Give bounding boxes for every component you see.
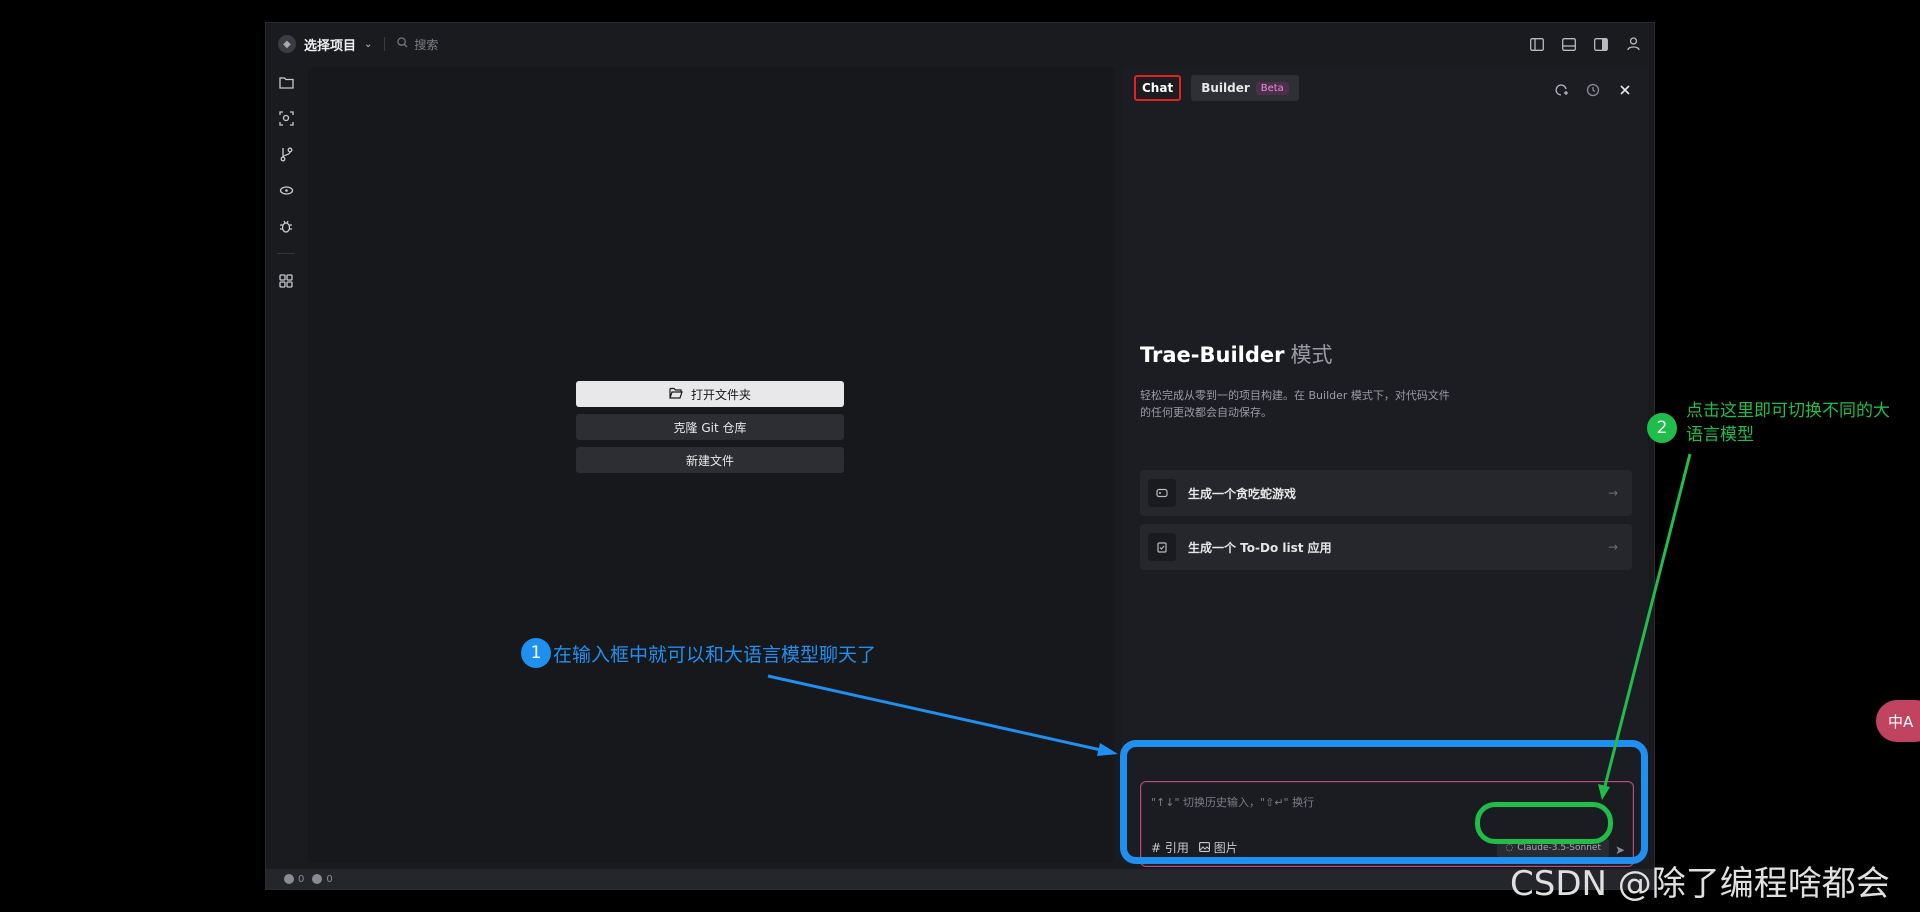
annotation-badge-2: 2 (1647, 413, 1677, 443)
translate-button[interactable]: 中A (1876, 700, 1920, 742)
annotation-arrows (767, 453, 1692, 800)
annotation-badge-1: 1 (521, 638, 551, 668)
annotation-arrow-blue (767, 674, 1111, 754)
annotation-arrow-green (1602, 453, 1692, 791)
annotation-text-2: 点击这里即可切换不同的大语言模型 (1686, 401, 1890, 445)
annotation-arrowhead-green (1598, 784, 1610, 800)
watermark: CSDN @除了编程啥都会 (1510, 864, 1890, 904)
screenshot: ◆ 选择项目 ⌄ 搜索 打开文件夹 克隆 Git 仓库 新建文件 Chat Bu… (0, 0, 1920, 912)
annotation-arrowhead-blue (1097, 743, 1118, 756)
annotation-text-1: 在输入框中就可以和大语言模型聊天了 (553, 644, 877, 666)
